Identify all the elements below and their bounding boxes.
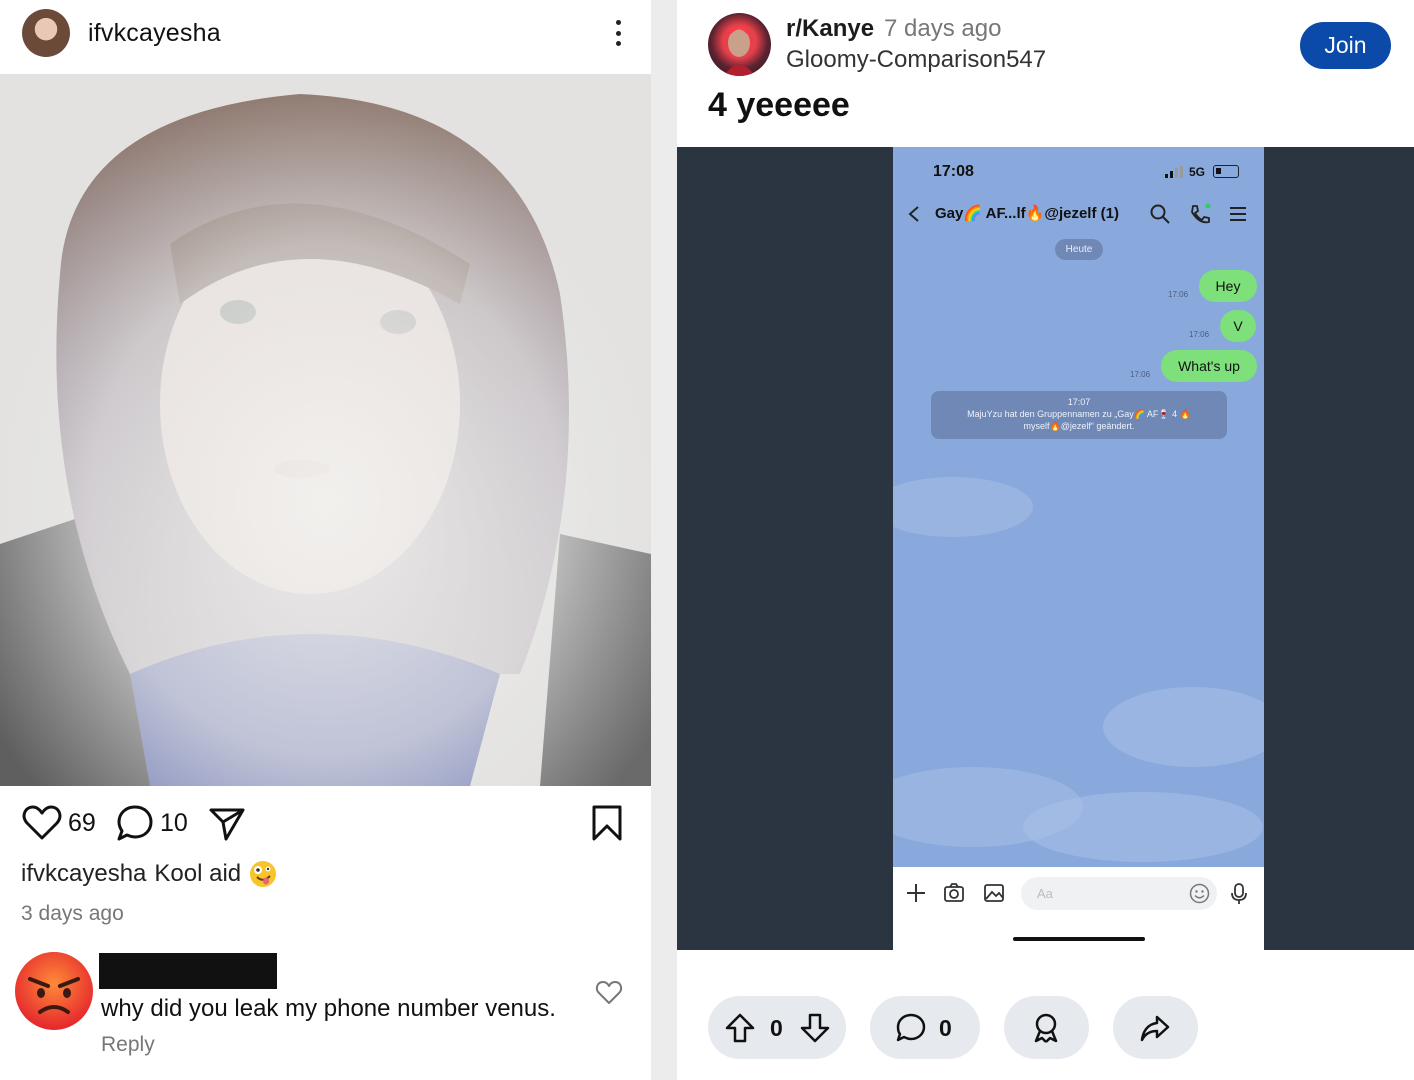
message-bubble: Hey [1199, 270, 1257, 302]
comment-heart-icon[interactable] [595, 980, 623, 1006]
subreddit-avatar[interactable] [708, 13, 771, 76]
zany-face-emoji-icon [250, 861, 277, 887]
search-icon [1150, 204, 1170, 224]
reddit-post: r/Kanye 7 days ago Gloomy-Comparison547 … [677, 0, 1414, 1080]
caption-username[interactable]: ifvkcayesha [21, 860, 146, 888]
comment-icon[interactable] [116, 804, 154, 842]
post-photo [0, 74, 651, 786]
message-input-placeholder: Aa [1037, 886, 1053, 901]
downvote-icon[interactable] [799, 1012, 831, 1044]
microphone-icon [1231, 883, 1247, 904]
network-label: 5G [1189, 165, 1206, 179]
post-media[interactable]: 17:08 5G Gay🌈 AF...lf🔥@jezelf (1) Heute … [677, 147, 1414, 950]
message-time: 17:06 [1168, 290, 1189, 299]
bookmark-icon[interactable] [590, 804, 624, 842]
vote-count: 0 [770, 1015, 783, 1041]
more-options-icon[interactable] [603, 16, 633, 50]
signal-icon [1165, 166, 1183, 178]
chat-name: Gay🌈 AF...lf🔥@jezelf (1) [935, 205, 1119, 222]
cloud-background [893, 477, 1264, 862]
send-icon[interactable] [208, 804, 246, 842]
selfie-image [0, 74, 651, 786]
like-action[interactable]: 69 [22, 800, 96, 846]
post-title: 4 yeeeee [708, 86, 850, 124]
join-button[interactable]: Join [1300, 22, 1391, 69]
comment-count: 10 [160, 808, 188, 837]
like-count: 69 [68, 808, 96, 837]
image-icon [984, 884, 1004, 902]
plus-icon [907, 884, 925, 902]
home-indicator [1013, 937, 1145, 941]
date-chip: Heute [1055, 239, 1103, 260]
post-action-bar: 0 0 [677, 996, 1414, 1060]
award-icon[interactable] [1030, 1012, 1062, 1044]
caption-text: Kool aid [154, 860, 242, 887]
camera-icon [944, 883, 964, 902]
heart-icon[interactable] [22, 804, 62, 842]
share-button[interactable] [1113, 996, 1198, 1059]
subreddit-name[interactable]: r/Kanye [786, 15, 874, 43]
chat-header: Gay🌈 AF...lf🔥@jezelf (1) [893, 199, 1264, 231]
upvote-icon[interactable] [724, 1012, 756, 1044]
message-time: 17:06 [1189, 330, 1210, 339]
system-message-time: 17:07 [1067, 397, 1091, 407]
comment-count: 0 [939, 1015, 952, 1041]
post-timestamp: 3 days ago [21, 902, 124, 925]
reply-link[interactable]: Reply [101, 1033, 155, 1057]
system-message: 17:07 MajuYzu hat den Gruppennamen zu „G… [931, 391, 1227, 439]
post-username[interactable]: ifvkcayesha [88, 19, 221, 48]
menu-icon [1230, 207, 1246, 221]
award-button[interactable] [1004, 996, 1089, 1059]
save-action[interactable] [590, 800, 624, 846]
vote-pill: 0 [708, 996, 846, 1059]
status-time: 17:08 [933, 163, 974, 180]
chat-input-bar: Aa [893, 867, 1264, 950]
post-caption: ifvkcayesha Kool aid [21, 860, 277, 888]
system-message-line: myself🔥@jezelf“ geändert. [1023, 421, 1135, 431]
system-message-line: MajuYzu hat den Gruppennamen zu „Gay🌈 AF… [967, 409, 1191, 419]
comments-button[interactable]: 0 [870, 996, 980, 1059]
post-age: 7 days ago [884, 15, 1002, 42]
instagram-post: ifvkcayesha 69 10 ifvkcayesha Kool aid 3… [0, 0, 655, 1080]
avatar[interactable] [22, 9, 70, 57]
comment-bubble-icon[interactable] [895, 1012, 927, 1044]
post-header: ifvkcayesha [0, 0, 651, 74]
back-chevron-icon [908, 206, 919, 222]
comment-action[interactable]: 10 [116, 800, 188, 846]
share-action[interactable] [208, 800, 246, 846]
subreddit-icon [724, 26, 755, 76]
phone-call-icon [1191, 203, 1211, 224]
screenshot-collage: ifvkcayesha 69 10 ifvkcayesha Kool aid 3… [0, 0, 1414, 1080]
emoji-icon [1189, 883, 1210, 904]
message-bubble: What's up [1161, 350, 1257, 382]
redacted-username [99, 953, 277, 989]
share-arrow-icon[interactable] [1139, 1012, 1171, 1044]
angry-face-avatar[interactable] [14, 951, 94, 1031]
message-time: 17:06 [1130, 370, 1151, 379]
post-author[interactable]: Gloomy-Comparison547 [786, 46, 1046, 74]
panel-gap [651, 0, 677, 1080]
battery-icon [1213, 165, 1239, 178]
chat-screenshot: 17:08 5G Gay🌈 AF...lf🔥@jezelf (1) Heute … [893, 147, 1264, 950]
message-bubble: V [1220, 310, 1256, 342]
comment-text: why did you leak my phone number venus. [101, 995, 556, 1022]
message-input: Aa [1021, 877, 1217, 910]
post-actions: 69 10 [0, 800, 651, 848]
